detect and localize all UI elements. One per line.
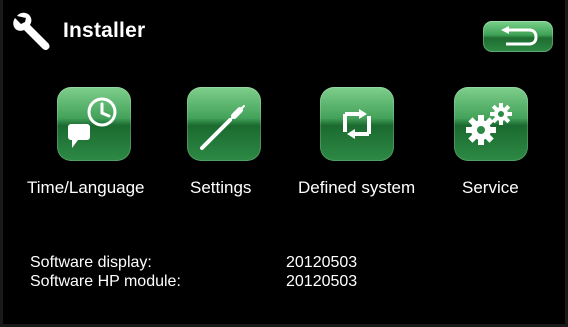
software-hp-module-value: 20120503 (286, 273, 358, 290)
wrench-icon (13, 12, 50, 51)
settings-label: Settings (190, 178, 252, 197)
cycle-arrows-icon (343, 109, 371, 139)
software-display-label: Software display: (30, 254, 152, 271)
service-label: Service (462, 178, 519, 197)
time-language-button[interactable] (57, 87, 131, 161)
back-button[interactable] (483, 21, 553, 52)
gears-icon (466, 103, 512, 145)
time-language-label: Time/Language (27, 178, 145, 197)
screwdriver-icon (200, 105, 245, 150)
settings-button[interactable] (187, 87, 261, 161)
software-hp-module-label: Software HP module: (30, 273, 181, 290)
header: Installer (3, 0, 565, 60)
software-display-value: 20120503 (286, 254, 358, 271)
service-button[interactable] (454, 87, 528, 161)
installer-screen: Installer Time/Language Settings Defined… (0, 0, 568, 327)
clock-chat-icon (68, 97, 117, 148)
defined-system-label: Defined system (298, 178, 416, 197)
back-arrow-icon (501, 26, 538, 46)
defined-system-button[interactable] (320, 87, 394, 161)
page-title: Installer (63, 19, 146, 42)
